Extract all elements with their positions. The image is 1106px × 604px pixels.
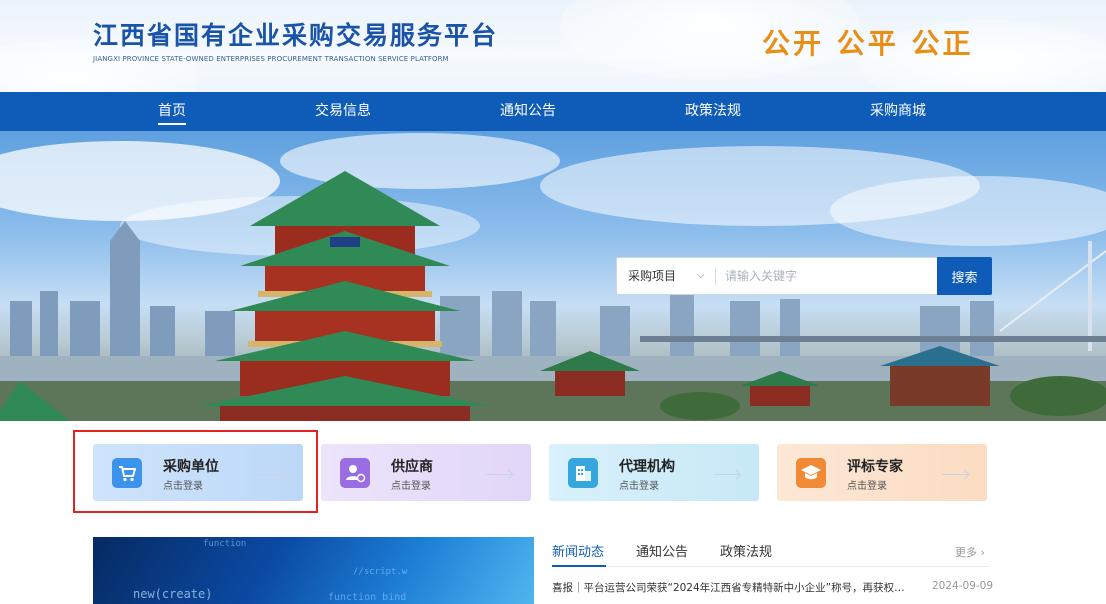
arrow-right-icon xyxy=(258,474,284,475)
banner-code-text: function xyxy=(203,539,247,549)
login-card-subtitle: 点击登录 xyxy=(391,481,431,492)
tabs-divider xyxy=(552,566,990,567)
main-nav: 首页 交易信息 通知公告 政策法规 采购商城 xyxy=(0,92,1106,131)
login-card-agency[interactable]: 代理机构 点击登录 xyxy=(549,444,759,501)
nav-item-notices[interactable]: 通知公告 xyxy=(500,92,556,131)
nav-item-trade-info[interactable]: 交易信息 xyxy=(315,92,371,131)
active-tab-indicator xyxy=(552,565,606,567)
login-card-subtitle: 点击登录 xyxy=(619,481,659,492)
search-button[interactable]: 搜索 xyxy=(937,257,992,295)
login-card-title: 采购单位 xyxy=(163,459,219,475)
login-card-title: 评标专家 xyxy=(847,459,903,475)
list-item[interactable]: 喜报｜平台运营公司荣获“2024年江西省专精特新中小企业”称号，再获权威认证 2… xyxy=(552,580,994,596)
site-title-english: JIANGXI PROVINCE STATE-OWNED ENTERPRISES… xyxy=(93,55,449,63)
login-card-title: 代理机构 xyxy=(619,459,675,475)
news-tabs: 新闻动态 通知公告 政策法规 xyxy=(552,541,992,565)
supplier-user-icon xyxy=(340,458,370,488)
login-card-title: 供应商 xyxy=(391,459,433,475)
banner-code-text: //script.w xyxy=(353,567,408,577)
graduation-cap-icon xyxy=(796,458,826,488)
tab-policies[interactable]: 政策法规 xyxy=(720,541,772,560)
banner-code-text: new(create) xyxy=(133,587,213,601)
news-date: 2024-09-09 xyxy=(932,580,994,592)
arrow-right-icon xyxy=(942,474,968,475)
search-category-select[interactable]: 采购项目 ⌵ xyxy=(617,258,715,294)
login-card-expert[interactable]: 评标专家 点击登录 xyxy=(777,444,987,501)
nav-item-policies[interactable]: 政策法规 xyxy=(685,92,741,131)
building-icon xyxy=(568,458,598,488)
search-category-label: 采购项目 xyxy=(628,269,677,283)
login-card-subtitle: 点击登录 xyxy=(163,481,203,492)
nav-item-mall[interactable]: 采购商城 xyxy=(870,92,926,131)
more-link[interactable]: 更多 › xyxy=(955,544,985,560)
chevron-down-icon: ⌵ xyxy=(697,270,705,281)
arrow-right-icon xyxy=(486,474,512,475)
tab-news[interactable]: 新闻动态 xyxy=(552,541,604,560)
hero-banner: 采购项目 ⌵ 搜索 xyxy=(0,131,1106,421)
tab-notices[interactable]: 通知公告 xyxy=(636,541,688,560)
search-input[interactable] xyxy=(717,258,935,294)
arrow-right-icon xyxy=(714,474,740,475)
page: 江西省国有企业采购交易服务平台 JIANGXI PROVINCE STATE-O… xyxy=(0,0,1106,604)
login-card-supplier[interactable]: 供应商 点击登录 xyxy=(321,444,531,501)
site-header: 江西省国有企业采购交易服务平台 JIANGXI PROVINCE STATE-O… xyxy=(0,0,1106,92)
site-slogan: 公开 公平 公正 xyxy=(762,27,974,60)
search-divider xyxy=(715,267,716,285)
search-bar: 采购项目 ⌵ 搜索 xyxy=(616,257,992,295)
news-banner-image[interactable]: function //script.w new(create) function… xyxy=(93,537,534,604)
login-card-purchaser[interactable]: 采购单位 点击登录 xyxy=(93,444,303,501)
login-card-subtitle: 点击登录 xyxy=(847,481,887,492)
news-title: 喜报｜平台运营公司荣获“2024年江西省专精特新中小企业”称号，再获权威认证 xyxy=(552,582,914,594)
nav-item-home[interactable]: 首页 xyxy=(158,92,186,131)
shopping-cart-icon xyxy=(112,458,142,488)
banner-code-text: function bind xyxy=(328,592,407,603)
site-title: 江西省国有企业采购交易服务平台 xyxy=(93,21,499,50)
